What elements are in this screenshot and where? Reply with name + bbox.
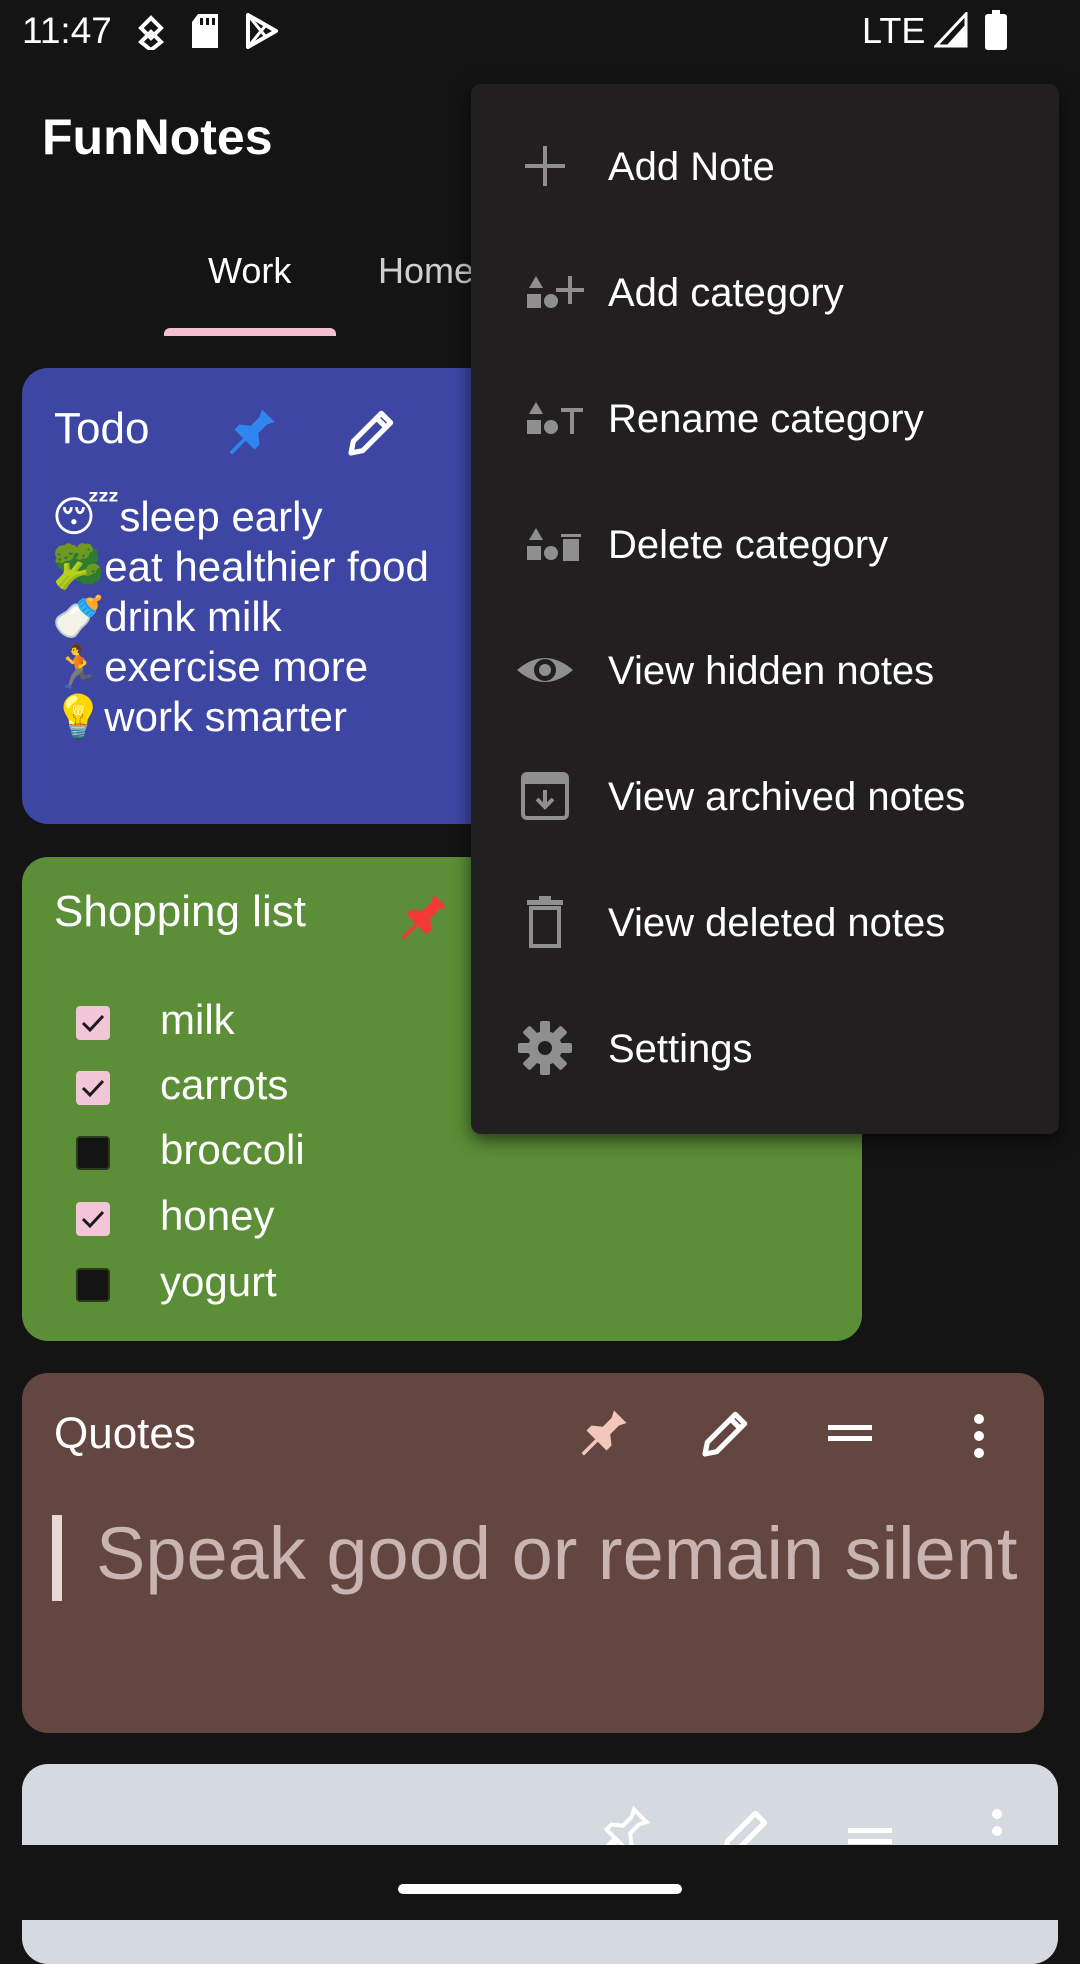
battery-icon <box>985 10 1007 50</box>
checklist-label: honey <box>160 1192 275 1239</box>
quote-bar <box>52 1515 62 1601</box>
more-vert-icon[interactable] <box>972 1413 986 1459</box>
todo-line: 🏃exercise more <box>52 643 369 690</box>
menu-item-label: Add category <box>608 271 844 315</box>
menu-item-rename-category[interactable]: Rename category <box>471 355 1059 481</box>
usb-debug-icon <box>138 15 164 50</box>
menu-item-settings[interactable]: Settings <box>471 985 1059 1111</box>
check-icon <box>81 1079 105 1098</box>
menu-item-label: Rename category <box>608 397 924 441</box>
menu-item-view-archived-notes[interactable]: View archived notes <box>471 733 1059 859</box>
note-title: Todo <box>54 404 150 453</box>
todo-lines: 😴sleep early 🥦eat healthier food 🍼drink … <box>52 492 429 742</box>
todo-line: 💡work smarter <box>52 693 347 740</box>
menu-item-delete-category[interactable]: Delete category <box>471 481 1059 607</box>
menu-item-view-hidden-notes[interactable]: View hidden notes <box>471 607 1059 733</box>
tab-indicator <box>164 328 336 336</box>
checklist-label: carrots <box>160 1061 289 1108</box>
archive-icon <box>521 772 569 820</box>
edit-pencil-icon[interactable] <box>344 404 400 460</box>
navigation-bar <box>0 1845 1080 1920</box>
note-card-quotes[interactable]: Quotes Speak good or remain silent <box>22 1373 1044 1733</box>
add-category-icon <box>527 276 584 308</box>
quote-text: Speak good or remain silent <box>96 1512 1018 1595</box>
trash-icon <box>527 896 563 948</box>
eye-icon <box>517 658 573 682</box>
checklist-label: broccoli <box>160 1126 305 1173</box>
checkbox-checked[interactable] <box>76 1006 110 1040</box>
note-title: Quotes <box>54 1409 196 1458</box>
overflow-menu: Add Note Add category Rename category De… <box>471 84 1059 1134</box>
tab-home[interactable]: Home <box>378 250 474 292</box>
todo-line: 🍼drink milk <box>52 593 282 640</box>
note-title: Shopping list <box>54 887 306 936</box>
signal-icon <box>934 12 968 48</box>
sd-card-icon <box>192 14 218 48</box>
menu-item-view-deleted-notes[interactable]: View deleted notes <box>471 859 1059 985</box>
checklist-label: milk <box>160 996 235 1043</box>
status-bar: 11:47 LTE <box>0 0 1080 64</box>
check-icon <box>81 1014 105 1033</box>
note-card-todo[interactable]: Todo 😴sleep early 🥦eat healthier food 🍼d… <box>22 368 522 824</box>
tab-work[interactable]: Work <box>208 250 291 292</box>
gear-icon <box>518 1021 572 1075</box>
pin-icon[interactable] <box>222 402 282 462</box>
todo-line: 🥦eat healthier food <box>52 543 429 590</box>
edit-pencil-icon[interactable] <box>698 1405 754 1461</box>
drag-handle-icon[interactable] <box>826 1413 874 1453</box>
home-gesture-handle[interactable] <box>398 1884 682 1894</box>
menu-item-label: View archived notes <box>608 775 966 819</box>
checkbox-unchecked[interactable] <box>76 1268 110 1302</box>
status-time: 11:47 <box>22 10 112 51</box>
menu-item-add-category[interactable]: Add category <box>471 229 1059 355</box>
app-title: FunNotes <box>42 109 273 165</box>
menu-item-label: View deleted notes <box>608 901 946 945</box>
menu-item-add-note[interactable]: Add Note <box>471 103 1059 229</box>
checkbox-checked[interactable] <box>76 1071 110 1105</box>
play-store-icon <box>246 13 278 49</box>
pin-icon[interactable] <box>574 1403 634 1463</box>
pin-icon[interactable] <box>394 887 454 947</box>
menu-item-label: Add Note <box>608 145 775 189</box>
checkbox-unchecked[interactable] <box>76 1136 110 1170</box>
network-type: LTE <box>862 10 926 51</box>
menu-item-label: Delete category <box>608 523 889 567</box>
menu-item-label: Settings <box>608 1027 753 1071</box>
delete-category-icon <box>527 528 581 561</box>
check-icon <box>81 1210 105 1229</box>
checkbox-checked[interactable] <box>76 1202 110 1236</box>
rename-category-icon <box>527 402 583 434</box>
menu-item-label: View hidden notes <box>608 649 935 693</box>
checklist-label: yogurt <box>160 1258 277 1305</box>
todo-line: 😴sleep early <box>52 493 323 540</box>
plus-icon <box>525 146 565 186</box>
